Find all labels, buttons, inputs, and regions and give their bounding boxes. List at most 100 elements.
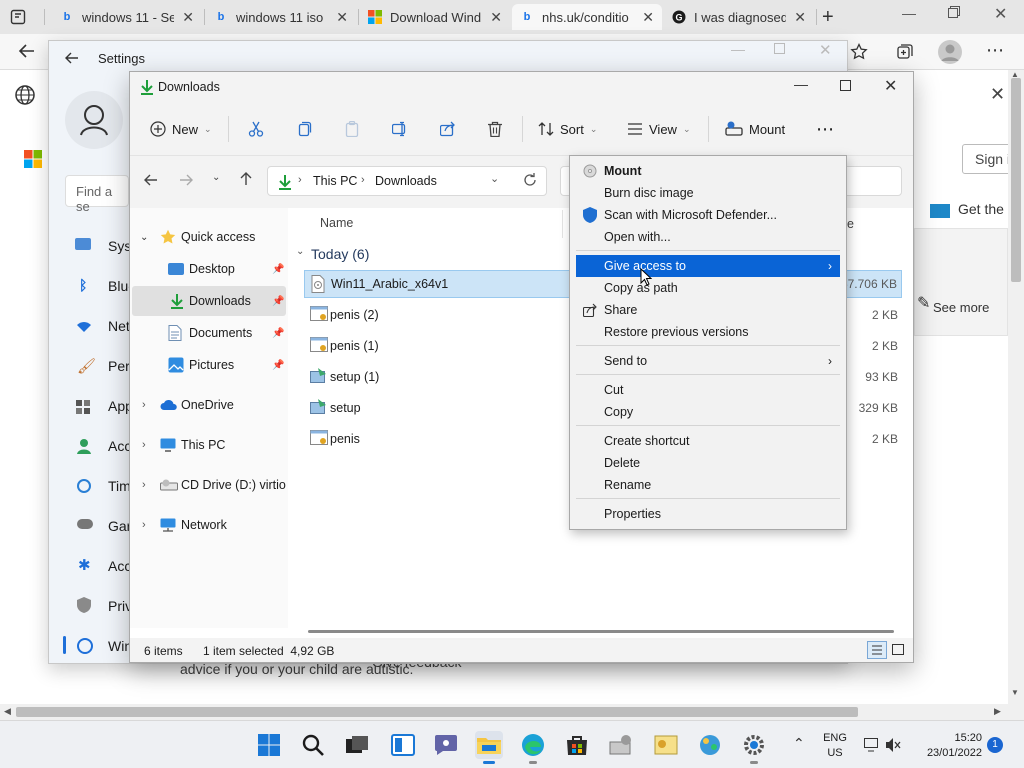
close-tab-icon[interactable]: ✕ <box>642 9 654 26</box>
nav-desktop[interactable]: Desktop 📌 <box>130 254 288 284</box>
back-arrow-icon[interactable] <box>144 173 158 187</box>
column-header-size[interactable]: e <box>847 217 854 231</box>
chevron-right-icon[interactable]: › <box>142 439 146 451</box>
nav-pictures[interactable]: Pictures 📌 <box>130 350 288 380</box>
minimize-settings-button[interactable]: — <box>731 41 745 57</box>
close-settings-button[interactable]: ✕ <box>819 41 832 59</box>
group-header-today[interactable]: Today (6) <box>311 246 369 262</box>
language-indicator[interactable]: ENG US <box>822 731 848 761</box>
browser-menu-icon[interactable]: ⋯ <box>986 40 1005 61</box>
menu-item-burn-disc-image[interactable]: Burn disc image <box>576 182 840 204</box>
paste-button[interactable] <box>344 114 360 144</box>
browser-tab-active[interactable]: b nhs.uk/conditio ✕ <box>512 4 662 30</box>
settings-nav-time[interactable]: Tim <box>108 478 131 494</box>
menu-item-properties[interactable]: Properties <box>576 503 840 525</box>
menu-item-scan-defender[interactable]: Scan with Microsoft Defender... <box>576 204 840 226</box>
menu-item-copy-as-path[interactable]: Copy as path <box>576 277 840 299</box>
close-button[interactable]: ✕ <box>884 76 897 96</box>
settings-gear-icon[interactable] <box>740 731 768 764</box>
cut-button[interactable] <box>248 114 264 144</box>
new-tab-button[interactable]: + <box>822 6 834 29</box>
horizontal-scroll-thumb[interactable] <box>308 630 894 633</box>
menu-item-create-shortcut[interactable]: Create shortcut <box>576 430 840 452</box>
mount-button[interactable]: Mount <box>725 114 785 144</box>
widgets-icon[interactable] <box>389 731 417 759</box>
view-button[interactable]: View ⌄ <box>627 114 691 144</box>
network-disconnected-icon[interactable] <box>864 738 880 752</box>
chat-icon[interactable] <box>432 731 460 759</box>
chevron-down-icon[interactable]: ⌄ <box>296 246 304 257</box>
volume-muted-icon[interactable] <box>885 737 901 753</box>
rename-button[interactable] <box>392 114 408 144</box>
address-box[interactable]: › This PC › Downloads ⌄ <box>267 166 547 196</box>
nav-quick-access[interactable]: ⌄ Quick access <box>130 222 288 252</box>
see-more-card[interactable]: ✎ See more <box>914 228 1008 336</box>
chevron-down-icon[interactable]: ⌄ <box>140 232 148 243</box>
show-hidden-icons-chevron-icon[interactable]: ⌃ <box>793 735 805 752</box>
large-icons-view-icon[interactable] <box>892 644 904 655</box>
sort-button[interactable]: Sort ⌄ <box>538 114 597 144</box>
chevron-right-icon[interactable]: › <box>142 399 146 411</box>
store-icon[interactable] <box>563 731 591 759</box>
menu-item-share[interactable]: Share <box>576 299 840 321</box>
vertical-scrollbar[interactable]: ▲ ▼ <box>1008 70 1024 704</box>
minimize-button[interactable]: — <box>794 76 808 92</box>
nav-onedrive[interactable]: › OneDrive <box>130 390 288 420</box>
nav-this-pc[interactable]: › This PC <box>130 430 288 460</box>
column-header-name[interactable]: Name <box>320 216 353 230</box>
nav-network[interactable]: › Network <box>130 510 288 540</box>
paint-app-icon[interactable] <box>696 731 724 759</box>
copy-button[interactable] <box>296 114 312 144</box>
new-button[interactable]: New ⌄ <box>150 114 212 144</box>
address-history-chevron-icon[interactable]: ⌄ <box>490 172 499 185</box>
delete-button[interactable] <box>487 114 503 144</box>
certificate-app-icon[interactable] <box>652 731 680 759</box>
menu-item-copy[interactable]: Copy <box>576 401 840 423</box>
up-arrow-icon[interactable] <box>239 172 253 186</box>
start-windows-icon[interactable] <box>255 731 283 759</box>
menu-item-mount[interactable]: Mount <box>576 160 840 182</box>
horizontal-scrollbar[interactable]: ◀ ▶ <box>0 704 1024 720</box>
menu-item-open-with[interactable]: Open with... <box>576 226 840 248</box>
menu-item-delete[interactable]: Delete <box>576 452 840 474</box>
minimize-browser-button[interactable]: — <box>902 5 916 21</box>
chevron-right-icon[interactable]: › <box>142 519 146 531</box>
close-panel-icon[interactable]: ✕ <box>990 84 1005 105</box>
nav-downloads[interactable]: Downloads 📌 <box>132 286 286 316</box>
globe-icon[interactable] <box>14 84 36 106</box>
more-options-icon[interactable]: ⋯ <box>816 114 835 144</box>
settings-search-input[interactable]: Find a se <box>65 175 129 214</box>
notification-badge[interactable]: 1 <box>987 737 1003 753</box>
horizontal-scroll-thumb[interactable] <box>16 707 858 717</box>
browser-tab[interactable]: b windows 11 - Se ✕ <box>52 4 202 30</box>
file-explorer-taskbar-icon[interactable] <box>475 731 503 764</box>
details-view-icon[interactable] <box>867 641 887 659</box>
settings-nav-gaming[interactable]: Gar <box>108 518 131 534</box>
favorites-star-icon[interactable] <box>850 43 868 61</box>
close-tab-icon[interactable]: ✕ <box>794 9 806 26</box>
maximize-button[interactable] <box>840 80 851 91</box>
settings-nav-accessibility[interactable]: Acc <box>108 558 131 574</box>
column-divider[interactable] <box>562 210 563 238</box>
recent-locations-chevron-icon[interactable]: ⌄ <box>212 172 220 183</box>
breadcrumb-downloads[interactable]: Downloads <box>375 174 437 188</box>
edge-icon[interactable] <box>519 731 547 764</box>
menu-item-rename[interactable]: Rename <box>576 474 840 496</box>
menu-item-give-access-to[interactable]: Give access to › <box>576 255 840 277</box>
chevron-right-icon[interactable]: › <box>142 479 146 491</box>
disk-mount-app-icon[interactable] <box>607 731 635 759</box>
clock[interactable]: 15:20 23/01/2022 <box>920 731 982 761</box>
breadcrumb-this-pc[interactable]: This PC <box>313 174 357 188</box>
browser-tab[interactable]: b windows 11 iso ✕ <box>206 4 356 30</box>
nav-cd-drive[interactable]: › CD Drive (D:) virtio-w <box>130 470 288 500</box>
menu-item-cut[interactable]: Cut <box>576 379 840 401</box>
search-icon[interactable] <box>299 731 327 759</box>
back-arrow-icon[interactable] <box>65 51 79 65</box>
refresh-icon[interactable] <box>523 173 537 187</box>
profile-avatar[interactable] <box>938 40 962 64</box>
close-browser-button[interactable]: ✕ <box>994 4 1007 24</box>
close-tab-icon[interactable]: ✕ <box>490 9 502 26</box>
maximize-settings-button[interactable] <box>774 43 785 54</box>
settings-nav-accounts[interactable]: Acc <box>108 438 131 454</box>
close-tab-icon[interactable]: ✕ <box>336 9 348 26</box>
